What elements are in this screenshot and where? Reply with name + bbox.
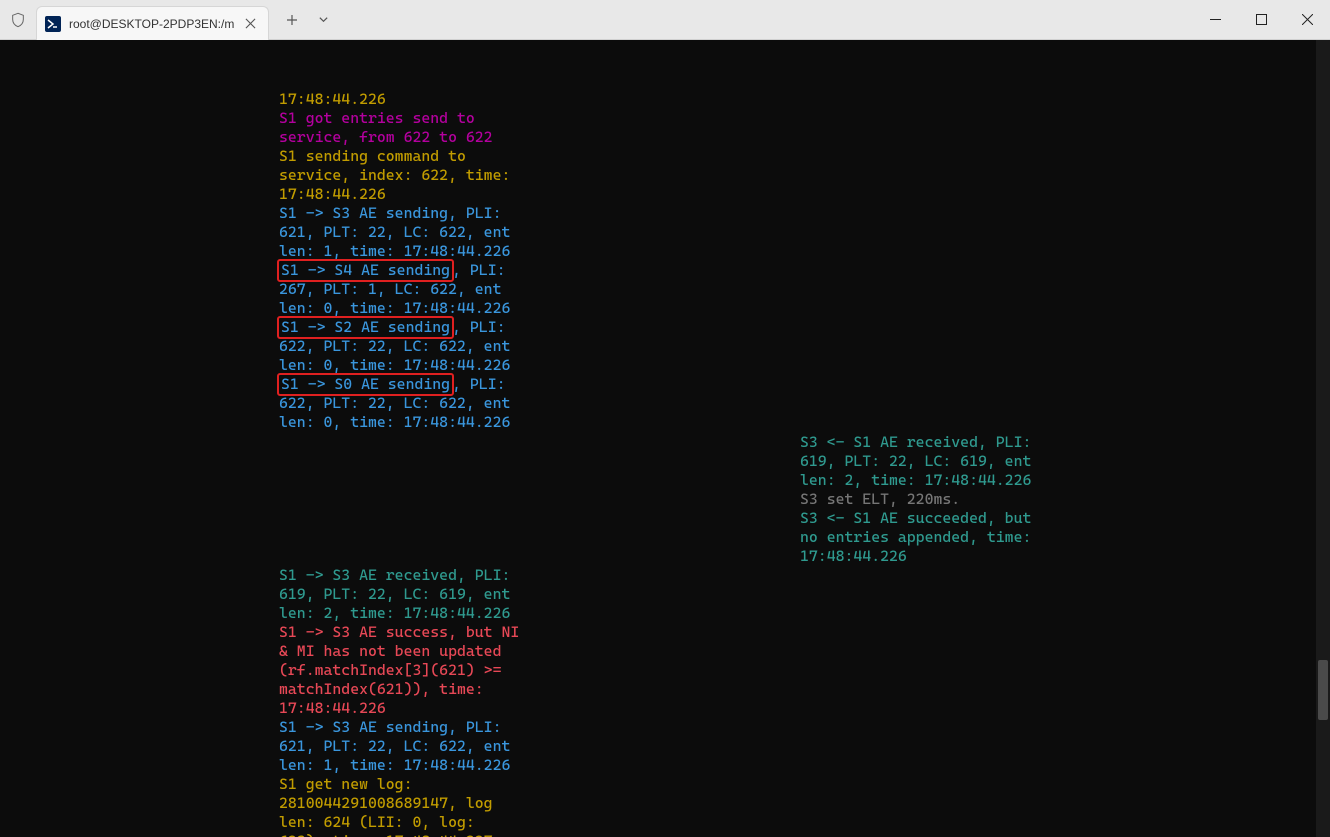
log-column-right: S3 <- S1 AE received, PLI: 619, PLT: 22,… [800, 433, 1045, 566]
log-column-left-lower: S1 -> S3 AE received, PLI: 619, PLT: 22,… [279, 566, 523, 837]
log-line: S3 set ELT, 220ms. [800, 490, 1045, 509]
log-line: S1 -> S0 AE sending, PLI: 622, PLT: 22, … [279, 375, 523, 432]
log-line: S1 -> S3 AE success, but NI & MI has not… [279, 623, 523, 718]
log-line: S1 sending command to service, index: 62… [279, 147, 523, 204]
log-line: 17:48:44.226 [279, 90, 523, 109]
tab-dropdown-button[interactable] [309, 0, 337, 39]
log-column-left: 17:48:44.226S1 got entries send to servi… [279, 90, 523, 432]
tab-close-button[interactable] [242, 16, 258, 32]
scrollbar[interactable] [1316, 40, 1330, 837]
titlebar: root@DESKTOP-2PDP3EN:/m [0, 0, 1330, 40]
powershell-icon [45, 16, 61, 32]
log-line: S1 -> S4 AE sending, PLI: 267, PLT: 1, L… [279, 261, 523, 318]
shield-icon [0, 0, 36, 39]
terminal-tab[interactable]: root@DESKTOP-2PDP3EN:/m [36, 6, 269, 40]
close-button[interactable] [1284, 0, 1330, 39]
log-line: S1 -> S3 AE sending, PLI: 621, PLT: 22, … [279, 204, 523, 261]
highlighted-span: S1 -> S2 AE sending [277, 316, 454, 339]
window-controls [1192, 0, 1330, 39]
highlighted-span: S1 -> S4 AE sending [277, 259, 454, 282]
log-line: S3 <- S1 AE succeeded, but no entries ap… [800, 509, 1045, 566]
scroll-thumb[interactable] [1318, 660, 1328, 720]
terminal-body[interactable]: 17:48:44.226S1 got entries send to servi… [0, 40, 1330, 837]
maximize-button[interactable] [1238, 0, 1284, 39]
log-line: S1 -> S3 AE sending, PLI: 621, PLT: 22, … [279, 718, 523, 775]
log-line: S3 <- S1 AE received, PLI: 619, PLT: 22,… [800, 433, 1045, 490]
log-line: S1 get new log: 2810044291008689147, log… [279, 775, 523, 837]
log-line: S1 -> S2 AE sending, PLI: 622, PLT: 22, … [279, 318, 523, 375]
tab-title: root@DESKTOP-2PDP3EN:/m [69, 17, 234, 31]
minimize-button[interactable] [1192, 0, 1238, 39]
highlighted-span: S1 -> S0 AE sending [277, 373, 454, 396]
log-line: S1 -> S3 AE received, PLI: 619, PLT: 22,… [279, 566, 523, 623]
log-line: S1 got entries send to service, from 622… [279, 109, 523, 147]
new-tab-button[interactable] [275, 0, 309, 39]
titlebar-spacer [337, 0, 1192, 39]
